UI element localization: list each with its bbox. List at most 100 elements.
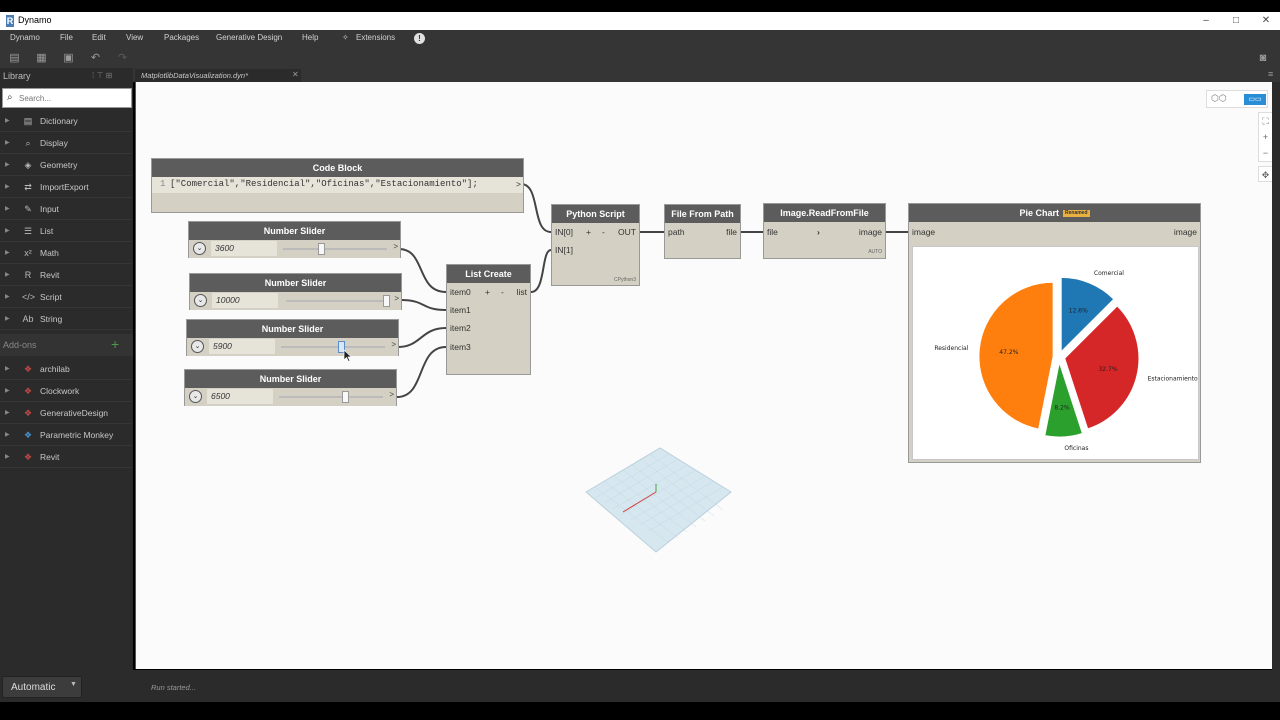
expand-arrow-icon[interactable]: ▶ xyxy=(5,271,10,278)
pie-chart-node[interactable]: Pie Chart Renamed image image 12.6% Comerc… xyxy=(908,203,1201,463)
number-slider-node[interactable]: Number Slider ⌄ 10000 > xyxy=(189,273,402,310)
graph-canvas[interactable]: ⬡⬡ ▭▭ ⛶ + − ✥ Code Block 1 ["Comercial",… xyxy=(135,82,1273,669)
minimize-icon[interactable]: – xyxy=(1198,13,1214,29)
slider-value[interactable]: 3600 xyxy=(211,241,277,256)
expand-arrow-icon[interactable]: ▶ xyxy=(5,387,10,394)
library-item-generativedesign[interactable]: ▶ ❖ GenerativeDesign xyxy=(0,403,132,424)
output-port[interactable]: > xyxy=(516,177,521,192)
output-port-file[interactable]: file xyxy=(726,225,737,240)
slider-track[interactable] xyxy=(283,248,387,250)
slider-value[interactable]: 5900 xyxy=(209,339,275,354)
library-item-display[interactable]: ▶ ⌕ Display xyxy=(0,133,132,154)
input-port-file[interactable]: file xyxy=(767,225,778,240)
expand-slider-icon[interactable]: ⌄ xyxy=(189,390,202,403)
screenshot-icon[interactable]: ◙ xyxy=(1256,52,1270,64)
input-port-item3[interactable]: item3 xyxy=(450,340,471,355)
output-port[interactable]: > xyxy=(391,340,396,349)
library-item-archilab[interactable]: ▶ ❖ archilab xyxy=(0,359,132,380)
add-input-button[interactable]: + xyxy=(485,285,490,300)
library-item-input[interactable]: ▶ ✎ Input xyxy=(0,199,132,220)
filter-icon[interactable]: ⁞ ⊤ ⊞ xyxy=(92,71,112,80)
extensions-icon[interactable]: ✧ xyxy=(342,33,349,42)
input-port-image[interactable]: image xyxy=(912,225,935,240)
list-create-node[interactable]: List Create item0 + - list item1 item2 i… xyxy=(446,264,531,375)
input-port-path[interactable]: path xyxy=(668,225,685,240)
output-port[interactable]: > xyxy=(394,294,399,303)
expand-arrow-icon[interactable]: ▶ xyxy=(5,227,10,234)
library-item-script[interactable]: ▶ </> Script xyxy=(0,287,132,308)
expand-arrow-icon[interactable]: ▶ xyxy=(5,117,10,124)
maximize-icon[interactable]: □ xyxy=(1228,13,1244,29)
slider-track[interactable] xyxy=(279,396,383,398)
run-mode-select[interactable]: Automatic ▼ xyxy=(2,676,82,698)
library-item-string[interactable]: ▶ Ab String xyxy=(0,309,132,330)
slider-value[interactable]: 10000 xyxy=(212,293,278,308)
expand-arrow-icon[interactable]: ▶ xyxy=(5,409,10,416)
menu-edit[interactable]: Edit xyxy=(92,33,106,42)
undo-icon[interactable]: ↶ xyxy=(90,52,101,64)
library-item-math[interactable]: ▶ x² Math xyxy=(0,243,132,264)
menu-dynamo[interactable]: Dynamo xyxy=(10,33,40,42)
expand-arrow-icon[interactable]: ▶ xyxy=(5,205,10,212)
code-text[interactable]: ["Comercial","Residencial","Oficinas","E… xyxy=(170,179,478,189)
add-package-icon[interactable]: + xyxy=(111,336,119,352)
slider-thumb[interactable] xyxy=(383,295,390,307)
output-port-list[interactable]: list xyxy=(517,285,527,300)
code-block-node[interactable]: Code Block 1 ["Comercial","Residencial",… xyxy=(151,158,524,213)
menu-help[interactable]: Help xyxy=(302,33,318,42)
redo-icon[interactable]: ↷ xyxy=(117,52,128,64)
chevron-right-icon[interactable]: › xyxy=(817,225,820,240)
output-port-image[interactable]: image xyxy=(859,225,882,240)
menu-file[interactable]: File xyxy=(60,33,73,42)
expand-arrow-icon[interactable]: ▶ xyxy=(5,293,10,300)
expand-slider-icon[interactable]: ⌄ xyxy=(193,242,206,255)
open-file-icon[interactable]: ▦ xyxy=(36,52,47,64)
tab-workspace[interactable]: MatplotlibDataVisualization.dyn* ✕ xyxy=(135,69,301,82)
expand-arrow-icon[interactable]: ▶ xyxy=(5,161,10,168)
save-icon[interactable]: ▣ xyxy=(63,52,74,64)
expand-arrow-icon[interactable]: ▶ xyxy=(5,431,10,438)
output-port[interactable]: > xyxy=(389,390,394,399)
menu-generative-design[interactable]: Generative Design xyxy=(216,33,282,42)
menu-view[interactable]: View xyxy=(126,33,143,42)
expand-arrow-icon[interactable]: ▶ xyxy=(5,365,10,372)
expand-arrow-icon[interactable]: ▶ xyxy=(5,315,10,322)
output-port-image[interactable]: image xyxy=(1174,225,1197,240)
expand-arrow-icon[interactable]: ▶ xyxy=(5,183,10,190)
remove-input-button[interactable]: - xyxy=(501,285,504,300)
library-search[interactable]: ⌕ xyxy=(2,88,132,108)
number-slider-node[interactable]: Number Slider ⌄ 3600 > xyxy=(188,221,401,258)
input-port-item0[interactable]: item0 xyxy=(450,285,471,300)
number-slider-node[interactable]: Number Slider ⌄ 5900 > xyxy=(186,319,399,356)
library-item-clockwork[interactable]: ▶ ❖ Clockwork xyxy=(0,381,132,402)
input-port-in1[interactable]: IN[1] xyxy=(555,243,573,258)
menu-extensions[interactable]: Extensions xyxy=(356,33,395,42)
slider-value[interactable]: 6500 xyxy=(207,389,273,404)
search-input[interactable] xyxy=(19,91,127,105)
image-read-node[interactable]: Image.ReadFromFile file › image AUTO xyxy=(763,203,886,259)
slider-thumb[interactable] xyxy=(317,243,325,255)
close-icon[interactable]: ✕ xyxy=(1258,13,1274,29)
slider-thumb[interactable] xyxy=(342,391,350,403)
add-input-button[interactable]: + xyxy=(586,225,591,240)
code-editor[interactable]: 1 ["Comercial","Residencial","Oficinas",… xyxy=(152,177,523,193)
library-item-dictionary[interactable]: ▶ ▤ Dictionary xyxy=(0,111,132,132)
library-item-list[interactable]: ▶ ☰ List xyxy=(0,221,132,242)
new-file-icon[interactable]: ▤ xyxy=(9,52,20,64)
expand-arrow-icon[interactable]: ▶ xyxy=(5,139,10,146)
expand-arrow-icon[interactable]: ▶ xyxy=(5,453,10,460)
notification-icon[interactable]: ! xyxy=(414,33,425,44)
input-port-item1[interactable]: item1 xyxy=(450,303,471,318)
expand-slider-icon[interactable]: ⌄ xyxy=(191,340,204,353)
expand-slider-icon[interactable]: ⌄ xyxy=(194,294,207,307)
library-item-revit[interactable]: ▶ ❖ Revit xyxy=(0,447,132,468)
number-slider-node[interactable]: Number Slider ⌄ 6500 > xyxy=(184,369,397,406)
library-item-revit[interactable]: ▶ R Revit xyxy=(0,265,132,286)
library-item-importexport[interactable]: ▶ ⇄ ImportExport xyxy=(0,177,132,198)
input-port-in0[interactable]: IN[0] xyxy=(555,225,573,240)
remove-input-button[interactable]: - xyxy=(602,225,605,240)
right-scrollbar[interactable] xyxy=(1272,82,1280,672)
output-port-out[interactable]: OUT xyxy=(618,225,636,240)
menu-packages[interactable]: Packages xyxy=(164,33,199,42)
tab-menu-icon[interactable]: ≡ xyxy=(1268,69,1273,79)
